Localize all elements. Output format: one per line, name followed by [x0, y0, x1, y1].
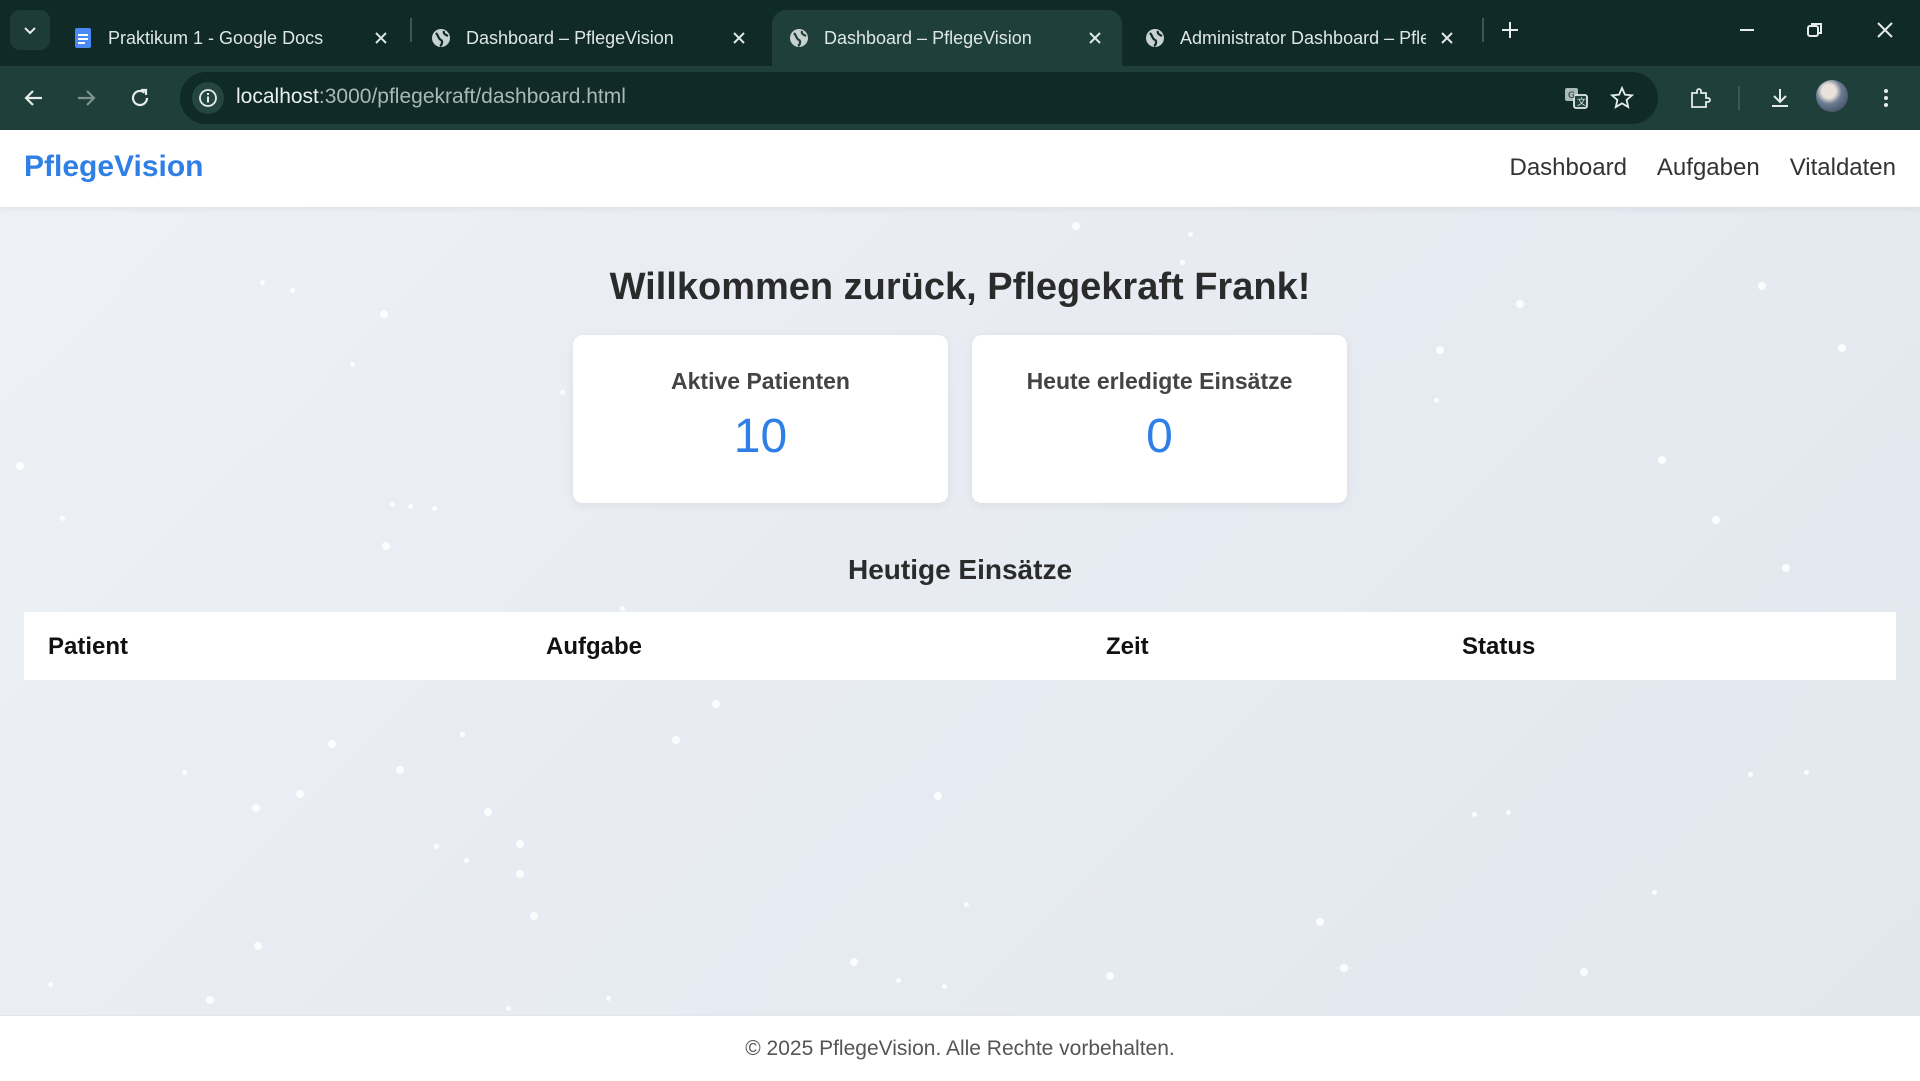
- tab-dashboard-1[interactable]: Dashboard – PflegeVision: [414, 10, 766, 66]
- tab-title: Dashboard – PflegeVision: [824, 27, 1032, 48]
- nav-link-aufgaben[interactable]: Aufgaben: [1657, 154, 1760, 182]
- reload-icon: [131, 88, 149, 107]
- minimize-icon: [1740, 29, 1754, 31]
- close-window-button[interactable]: [1860, 10, 1910, 50]
- translate-button[interactable]: G文: [1560, 82, 1592, 114]
- nav-link-vitaldaten[interactable]: Vitaldaten: [1790, 154, 1896, 182]
- close-icon: [1877, 22, 1893, 38]
- section-title-today: Heutige Einsätze: [847, 554, 1073, 585]
- column-header-zeit: Zeit: [1106, 633, 1149, 660]
- forward-button[interactable]: [66, 78, 106, 118]
- address-bar[interactable]: localhost:3000/pflegekraft/dashboard.htm…: [180, 72, 1658, 124]
- close-tab-icon[interactable]: [1436, 27, 1458, 49]
- url-path: :3000/pflegekraft/dashboard.html: [318, 85, 626, 108]
- stat-card-completed-today: Heute erledigte Einsätze 0: [972, 335, 1347, 503]
- url-text: localhost:3000/pflegekraft/dashboard.htm…: [236, 85, 626, 109]
- stat-card-active-patients: Aktive Patienten 10: [573, 335, 948, 503]
- column-header-patient: Patient: [48, 633, 129, 660]
- toolbar-divider: [1738, 86, 1740, 110]
- restore-button[interactable]: [1790, 10, 1840, 50]
- stat-card-label: Heute erledigte Einsätze: [1026, 368, 1293, 394]
- stat-card-value: 10: [733, 410, 788, 463]
- close-tab-icon[interactable]: [728, 27, 750, 49]
- extensions-button[interactable]: [1680, 78, 1720, 118]
- tab-admin-dashboard[interactable]: Administrator Dashboard – Pfle: [1128, 10, 1474, 66]
- svg-text:G: G: [1568, 91, 1575, 101]
- tab-dashboard-active[interactable]: Dashboard – PflegeVision: [772, 10, 1122, 66]
- browser-toolbar: localhost:3000/pflegekraft/dashboard.htm…: [0, 66, 1920, 130]
- more-vertical-icon: [1884, 89, 1888, 107]
- page-content: PflegeVision Dashboard Aufgaben Vitaldat…: [0, 130, 1920, 1080]
- globe-icon: [432, 29, 450, 47]
- tab-search-button[interactable]: [10, 10, 50, 50]
- puzzle-icon: [1691, 88, 1711, 108]
- assignments-table: Patient Aufgabe Zeit Status: [24, 612, 1896, 680]
- downloads-button[interactable]: [1760, 78, 1800, 118]
- main-nav: Dashboard Aufgaben Vitaldaten: [1510, 154, 1897, 182]
- welcome-heading: Willkommen zurück, Pflegekraft Frank!: [609, 266, 1311, 308]
- nav-link-dashboard[interactable]: Dashboard: [1510, 154, 1627, 182]
- arrow-right-icon: [78, 90, 96, 106]
- restore-icon: [1807, 23, 1822, 37]
- profile-avatar[interactable]: [1816, 80, 1848, 112]
- tab-title: Administrator Dashboard – Pfle: [1180, 27, 1426, 48]
- tab-title: Dashboard – PflegeVision: [466, 27, 674, 48]
- column-header-status: Status: [1462, 633, 1536, 660]
- tab-separator: [1482, 18, 1484, 42]
- translate-icon: G文: [1565, 88, 1588, 109]
- globe-icon: [790, 29, 808, 47]
- bookmark-button[interactable]: [1606, 82, 1638, 114]
- stat-card-label: Aktive Patienten: [671, 368, 850, 394]
- tab-google-docs[interactable]: Praktikum 1 - Google Docs: [56, 10, 408, 66]
- url-host: localhost: [236, 85, 319, 108]
- info-icon: [199, 89, 217, 107]
- tab-title: Praktikum 1 - Google Docs: [108, 27, 324, 48]
- svg-text:文: 文: [1577, 96, 1586, 108]
- star-icon: [1610, 86, 1634, 109]
- globe-icon: [1146, 29, 1164, 47]
- plus-icon: [1502, 22, 1518, 38]
- tab-separator: [410, 18, 412, 42]
- google-docs-icon: [75, 28, 91, 48]
- site-info-button[interactable]: [192, 82, 224, 114]
- reload-button[interactable]: [120, 78, 160, 118]
- download-icon: [1772, 89, 1788, 107]
- browser-menu-button[interactable]: [1866, 78, 1906, 118]
- close-tab-icon[interactable]: [370, 27, 392, 49]
- chevron-down-icon: [24, 27, 36, 35]
- brand-logo[interactable]: PflegeVision: [24, 150, 204, 184]
- browser-tab-strip: Praktikum 1 - Google Docs Dashboard – Pf…: [0, 0, 1920, 66]
- back-button[interactable]: [14, 78, 54, 118]
- minimize-button[interactable]: [1722, 10, 1772, 50]
- new-tab-button[interactable]: [1494, 14, 1526, 46]
- column-header-aufgabe: Aufgabe: [546, 633, 642, 660]
- page-footer: © 2025 PflegeVision. Alle Rechte vorbeha…: [0, 1015, 1920, 1080]
- stat-card-value: 0: [1146, 410, 1173, 463]
- close-tab-icon[interactable]: [1084, 27, 1106, 49]
- arrow-left-icon: [24, 90, 42, 106]
- app-navbar: PflegeVision Dashboard Aufgaben Vitaldat…: [0, 130, 1920, 207]
